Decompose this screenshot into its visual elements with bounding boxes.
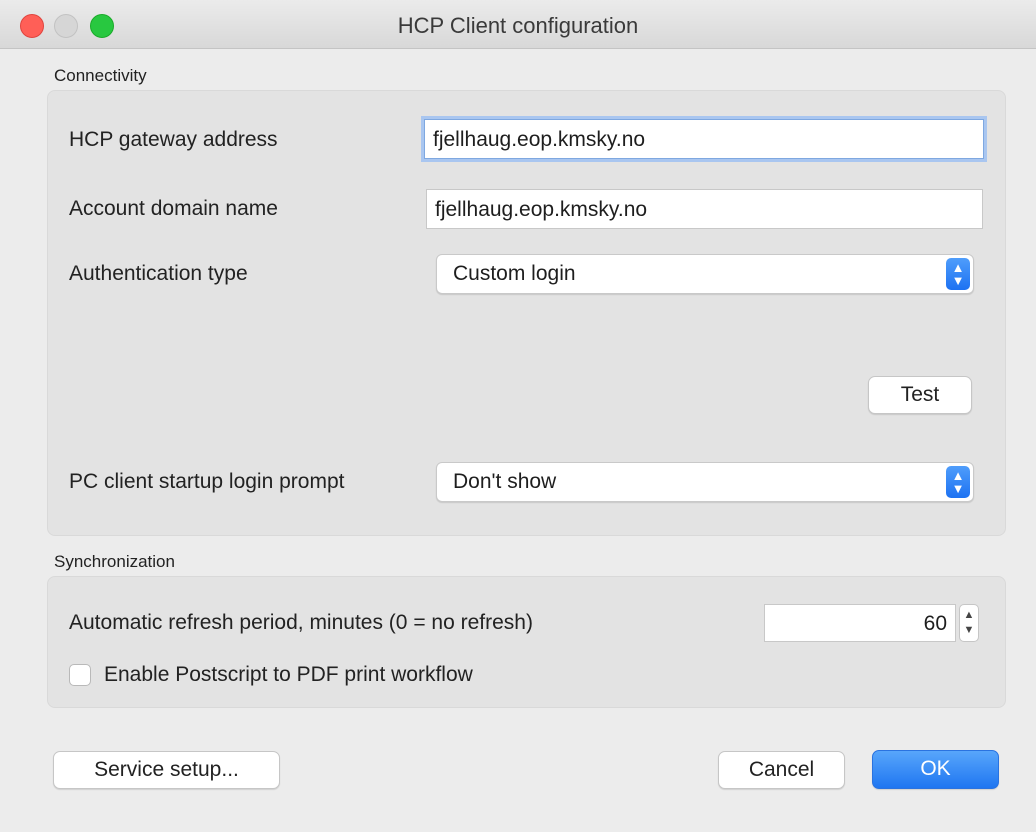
authentication-type-label: Authentication type <box>69 262 248 285</box>
title-bar: HCP Client configuration <box>0 0 1036 49</box>
login-prompt-value: Don't show <box>453 470 557 493</box>
login-prompt-label: PC client startup login prompt <box>69 470 345 493</box>
authentication-type-select[interactable]: Custom login ▲ ▼ <box>436 254 974 294</box>
authentication-type-value: Custom login <box>453 262 576 285</box>
account-domain-input[interactable]: fjellhaug.eop.kmsky.no <box>426 189 983 229</box>
postscript-checkbox[interactable] <box>69 664 91 686</box>
refresh-period-stepper[interactable]: ▲ ▼ <box>959 604 979 642</box>
chevron-updown-icon: ▲ ▼ <box>946 466 970 498</box>
account-domain-label: Account domain name <box>69 197 278 220</box>
connectivity-group: HCP gateway address fjellhaug.eop.kmsky.… <box>47 90 1006 536</box>
gateway-address-label: HCP gateway address <box>69 128 278 151</box>
gateway-address-input[interactable]: fjellhaug.eop.kmsky.no <box>424 119 984 159</box>
synchronization-group: Automatic refresh period, minutes (0 = n… <box>47 576 1006 708</box>
synchronization-section-label: Synchronization <box>54 552 175 571</box>
service-setup-button[interactable]: Service setup... <box>53 751 280 789</box>
test-button[interactable]: Test <box>868 376 972 414</box>
login-prompt-select[interactable]: Don't show ▲ ▼ <box>436 462 974 502</box>
window-title: HCP Client configuration <box>397 13 639 38</box>
ok-button[interactable]: OK <box>872 750 999 789</box>
chevron-updown-icon: ▲ ▼ <box>946 258 970 290</box>
postscript-label: Enable Postscript to PDF print workflow <box>104 663 473 686</box>
connectivity-section-label: Connectivity <box>54 66 147 85</box>
refresh-period-label: Automatic refresh period, minutes (0 = n… <box>69 611 533 634</box>
cancel-button[interactable]: Cancel <box>718 751 845 789</box>
refresh-period-input[interactable]: 60 <box>764 604 956 642</box>
